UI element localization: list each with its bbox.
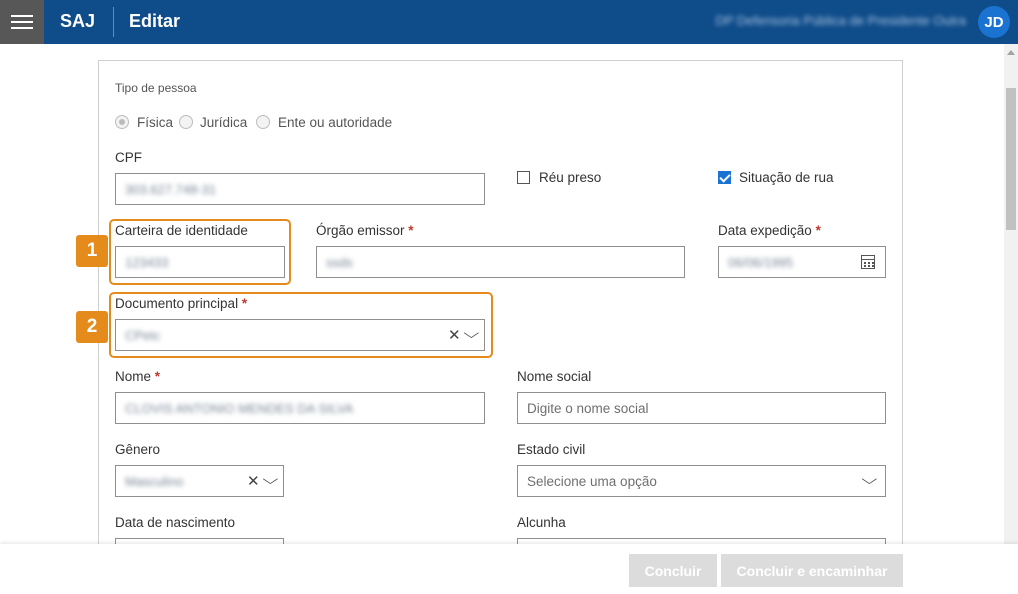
page-title: Editar — [129, 11, 181, 31]
nome-label: Nome * — [115, 369, 161, 384]
radio-juridica-label[interactable]: Jurídica — [200, 115, 247, 130]
genero-select[interactable]: Masculino ✕ ⌵ — [115, 465, 284, 497]
orgao-emissor-value: ssds — [326, 255, 353, 270]
reu-preso-label[interactable]: Réu preso — [539, 170, 601, 185]
concluir-button[interactable]: Concluir — [629, 554, 717, 587]
person-type-label: Tipo de pessoa — [115, 81, 197, 95]
radio-ente-autoridade[interactable] — [256, 115, 270, 129]
orgao-emissor-field[interactable]: ssds — [316, 246, 685, 278]
radio-fisica[interactable] — [115, 115, 129, 129]
data-expedicao-label: Data expedição * — [718, 223, 821, 238]
nome-social-placeholder: Digite o nome social — [527, 401, 649, 416]
footer-bar: Concluir Concluir e encaminhar — [0, 544, 1018, 594]
highlight-box-1 — [109, 219, 291, 285]
cpf-field[interactable]: 303.627.748-31 — [115, 173, 485, 205]
scrollbar-thumb[interactable] — [1006, 88, 1016, 230]
situacao-rua-label[interactable]: Situação de rua — [739, 170, 834, 185]
nome-social-field[interactable]: Digite o nome social — [517, 392, 886, 424]
app-brand[interactable]: SAJ — [60, 11, 95, 32]
chevron-down-icon[interactable]: ⌵ — [861, 471, 877, 488]
user-avatar[interactable]: JD — [978, 6, 1010, 38]
radio-juridica[interactable] — [179, 115, 193, 129]
cpf-value: 303.627.748-31 — [125, 182, 217, 197]
clear-icon[interactable]: ✕ — [247, 472, 260, 490]
estado-civil-placeholder: Selecione uma opção — [527, 474, 657, 489]
hamburger-menu-icon[interactable] — [0, 0, 44, 44]
data-expedicao-field[interactable]: 06/06/1995 — [718, 246, 886, 278]
concluir-encaminhar-button[interactable]: Concluir e encaminhar — [721, 554, 903, 587]
unit-name[interactable]: DP Defensoria Pública de Presidente Outr… — [715, 13, 966, 28]
header-divider — [113, 7, 114, 37]
situacao-rua-checkbox[interactable] — [718, 171, 731, 184]
top-bar: SAJ Editar DP Defensoria Pública de Pres… — [0, 0, 1018, 44]
radio-ente-autoridade-label[interactable]: Ente ou autoridade — [278, 115, 392, 130]
data-nascimento-label: Data de nascimento — [115, 515, 236, 530]
highlight-badge-1: 1 — [76, 235, 108, 267]
nome-social-label: Nome social — [517, 369, 592, 384]
nome-value: CLOVIS ANTONIO MENDES DA SILVA — [125, 401, 354, 416]
estado-civil-select[interactable]: Selecione uma opção ⌵ — [517, 465, 886, 497]
nome-field[interactable]: CLOVIS ANTONIO MENDES DA SILVA — [115, 392, 485, 424]
genero-label: Gênero — [115, 442, 161, 457]
reu-preso-checkbox[interactable] — [517, 171, 530, 184]
chevron-down-icon[interactable]: ⌵ — [262, 471, 278, 488]
scroll-up-arrow-icon[interactable] — [1007, 50, 1015, 55]
genero-value: Masculino — [125, 474, 184, 489]
cpf-label: CPF — [115, 150, 142, 165]
data-expedicao-value: 06/06/1995 — [728, 255, 794, 270]
highlight-box-2 — [109, 292, 493, 358]
orgao-emissor-label: Órgão emissor * — [316, 223, 414, 238]
radio-fisica-label[interactable]: Física — [137, 115, 173, 130]
alcunha-label: Alcunha — [517, 515, 566, 530]
estado-civil-label: Estado civil — [517, 442, 586, 457]
calendar-icon[interactable] — [861, 255, 875, 269]
highlight-badge-2: 2 — [76, 311, 108, 343]
